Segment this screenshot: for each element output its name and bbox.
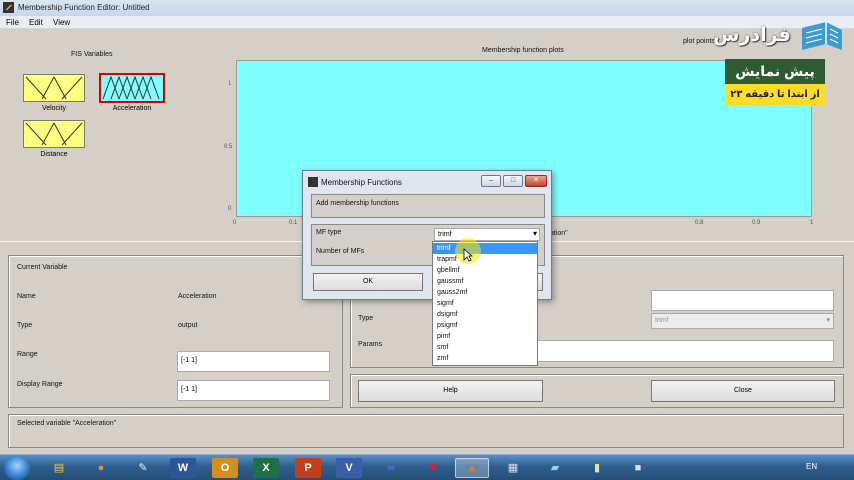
- word-icon[interactable]: W: [170, 458, 196, 478]
- mf-type-dialog-value: trimf: [438, 231, 452, 238]
- input-label-distance: Distance: [40, 151, 68, 158]
- display-range-field[interactable]: [-1 1]: [177, 380, 330, 401]
- mouse-cursor-icon: [463, 248, 473, 262]
- dropdown-option-dsigmf[interactable]: dsigmf: [437, 309, 458, 320]
- visio-icon[interactable]: V: [336, 458, 362, 478]
- window-title: Membership Function Editor: Untitled: [18, 3, 150, 12]
- matlab-app-icon: [3, 2, 14, 13]
- type-label: Type: [17, 322, 33, 329]
- mf-curves-icon: [25, 122, 83, 146]
- close-button[interactable]: Close: [651, 380, 835, 402]
- dropdown-option-zmf[interactable]: zmf: [437, 353, 448, 364]
- pen-icon[interactable]: ✎: [130, 458, 156, 478]
- menu-file[interactable]: File: [6, 18, 19, 27]
- num-mfs-label: Number of MFs: [316, 248, 365, 255]
- excel-icon[interactable]: X: [253, 458, 279, 478]
- y-tick-0: 0: [228, 206, 232, 212]
- mf-type-dialog-label: MF type: [316, 229, 342, 236]
- dialog-title: Membership Functions: [321, 178, 402, 187]
- x-tick-0.8: 0.8: [695, 220, 704, 226]
- chevron-down-icon: ▾: [826, 317, 830, 324]
- windows-taskbar: ▤ ● ✎ W O X P V ∞ ✸ ▲ ▦ ▰ ▮ ■ EN: [0, 454, 854, 480]
- y-tick-0.5: 0.5: [224, 144, 233, 150]
- media-icon[interactable]: ▮: [584, 458, 610, 478]
- faradars-logo: فرادرس: [706, 18, 846, 58]
- mf-type-select-value: trimf: [655, 317, 669, 324]
- mf-curves-icon: [25, 76, 83, 100]
- dropdown-option-trimf[interactable]: trimf: [433, 243, 537, 254]
- mf-type-select[interactable]: trimf ▾: [651, 313, 834, 329]
- fis-variables-title: FIS Variables: [71, 51, 113, 58]
- range-label: Range: [17, 351, 38, 358]
- outlook-icon[interactable]: O: [212, 458, 238, 478]
- dropdown-option-gauss2mf[interactable]: gauss2mf: [437, 287, 467, 298]
- notes-icon[interactable]: ▰: [542, 458, 568, 478]
- ok-button[interactable]: OK: [313, 273, 423, 291]
- minimize-button[interactable]: –: [481, 175, 501, 187]
- preview-banner: پیش نمایش از ابتدا تا دقیقه ۲۳: [725, 59, 825, 106]
- infinity-icon[interactable]: ∞: [378, 458, 404, 478]
- chevron-down-icon: ▾: [532, 229, 537, 238]
- camera-icon[interactable]: ■: [625, 458, 651, 478]
- x-axis-label-fragment: ation": [550, 230, 568, 237]
- language-indicator[interactable]: EN: [806, 462, 817, 471]
- firefox-icon[interactable]: ●: [88, 458, 114, 478]
- dropdown-option-pimf[interactable]: pimf: [437, 331, 450, 342]
- matlab-app-icon: [308, 177, 318, 187]
- mf-curves-icon: [102, 75, 160, 100]
- input-variable-distance[interactable]: [23, 120, 85, 148]
- banner-top-text: پیش نمایش: [725, 59, 825, 84]
- mf-type-dropdown-list: trimf trapmf gbellmf gaussmf gauss2mf si…: [432, 241, 538, 366]
- y-tick-1: 1: [228, 81, 232, 87]
- mf-name-field[interactable]: [651, 290, 834, 311]
- logo-text: فرادرس: [713, 25, 791, 46]
- banner-bottom-text: از ابتدا تا دقیقه ۲۳: [725, 84, 825, 106]
- params-field[interactable]: [537, 340, 834, 362]
- name-value: Acceleration: [178, 293, 217, 300]
- dropdown-option-psigmf[interactable]: psigmf: [437, 320, 458, 331]
- star-icon[interactable]: ✸: [420, 458, 446, 478]
- name-label: Name: [17, 293, 36, 300]
- dropdown-option-gaussmf[interactable]: gaussmf: [437, 276, 463, 287]
- x-tick-0.1: 0.1: [289, 220, 298, 226]
- input-label-velocity: Velocity: [41, 105, 67, 112]
- powerpoint-icon[interactable]: P: [295, 458, 321, 478]
- x-tick-0.9: 0.9: [752, 220, 761, 226]
- menu-view[interactable]: View: [53, 18, 70, 27]
- display-range-label: Display Range: [17, 381, 63, 388]
- status-text: Selected variable "Acceleration": [17, 420, 117, 427]
- current-variable-title: Current Variable: [17, 264, 68, 271]
- x-tick-0: 0: [233, 220, 237, 226]
- dropdown-option-gbellmf[interactable]: gbellmf: [437, 265, 460, 276]
- plot-title: Membership function plots: [482, 47, 564, 54]
- dialog-heading-box: Add membership functions: [311, 194, 545, 218]
- output-variable-acceleration[interactable]: [99, 73, 165, 103]
- output-label-acceleration: Acceleration: [112, 105, 152, 112]
- dropdown-option-trapmf[interactable]: trapmf: [437, 254, 457, 265]
- maximize-button[interactable]: □: [503, 175, 523, 187]
- calculator-icon[interactable]: ▦: [500, 458, 526, 478]
- type-value: output: [178, 322, 198, 329]
- dialog-close-button[interactable]: ✕: [525, 175, 547, 187]
- input-variable-velocity[interactable]: [23, 74, 85, 102]
- mf-type-label: Type: [358, 315, 374, 322]
- range-field[interactable]: [-1 1]: [177, 351, 330, 372]
- help-button[interactable]: Help: [358, 380, 543, 402]
- window-titlebar: Membership Function Editor: Untitled: [0, 0, 854, 16]
- dropdown-option-smf[interactable]: smf: [437, 342, 448, 353]
- menu-edit[interactable]: Edit: [29, 18, 43, 27]
- start-button[interactable]: [4, 456, 30, 480]
- params-label: Params: [358, 341, 383, 348]
- dialog-heading: Add membership functions: [316, 200, 399, 207]
- matlab-icon[interactable]: ▲: [455, 458, 489, 478]
- dropdown-option-sigmf[interactable]: sigmf: [437, 298, 454, 309]
- x-tick-1: 1: [810, 220, 814, 226]
- explorer-icon[interactable]: ▤: [46, 458, 72, 478]
- status-panel: [8, 414, 844, 448]
- mf-type-dialog-select[interactable]: trimf ▾: [434, 228, 540, 241]
